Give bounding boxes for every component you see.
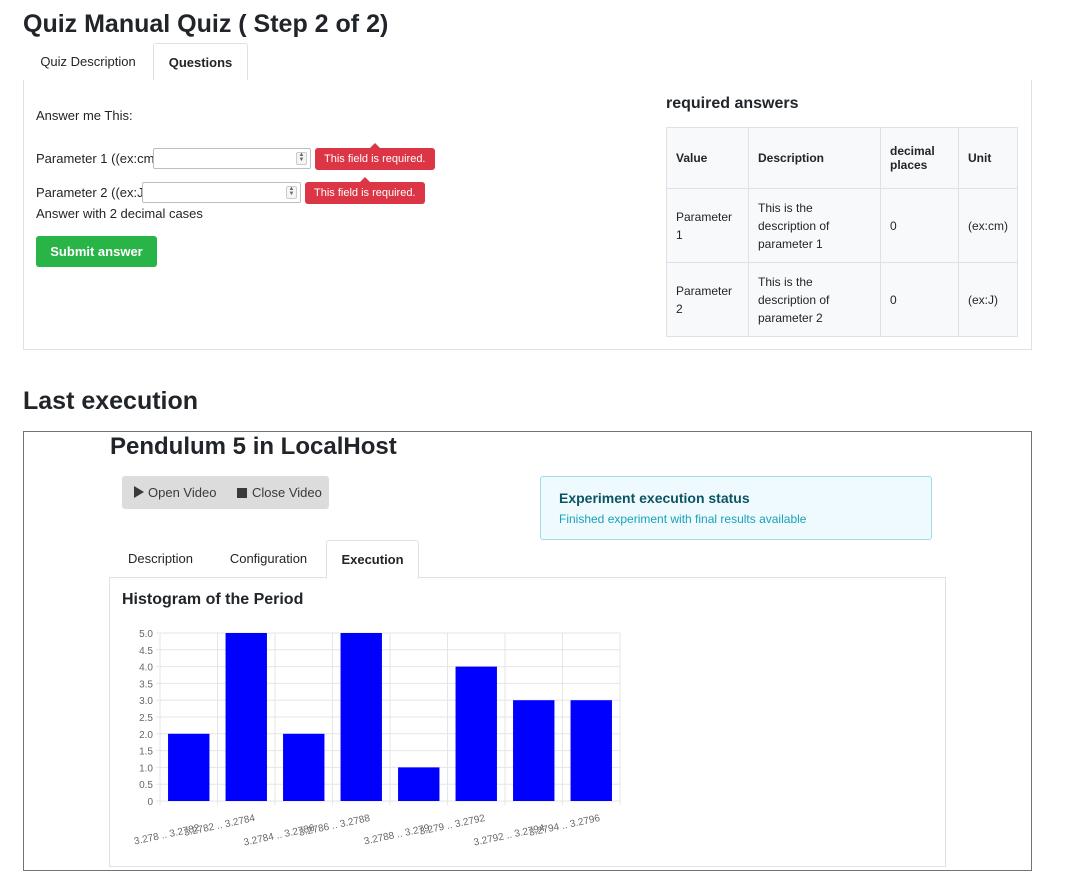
spinner-icon[interactable]: ▲ ▼ <box>296 152 307 165</box>
column-header: decimal places <box>880 127 959 189</box>
answer-hint: Answer with 2 decimal cases <box>36 206 203 221</box>
tab-quiz-description[interactable]: Quiz Description <box>23 43 153 81</box>
y-tick-label: 4.5 <box>139 646 153 657</box>
open-video-button[interactable]: Open Video <box>134 476 216 509</box>
execution-status-alert: Experiment execution status Finished exp… <box>540 476 932 540</box>
stop-icon <box>237 488 247 498</box>
y-tick-label: 5.0 <box>139 629 153 640</box>
table-row: Parameter 2 This is the description of p… <box>666 262 1018 337</box>
histogram-bar <box>513 700 555 801</box>
y-tick-label: 4.0 <box>139 663 153 674</box>
param2-error: This field is required. <box>305 177 425 204</box>
status-message: Finished experiment with final results a… <box>559 512 807 526</box>
histogram-bar <box>283 733 325 801</box>
play-icon <box>134 486 144 498</box>
param1-label: Parameter 1 ((ex:cm)) <box>36 151 164 166</box>
histogram-title: Histogram of the Period <box>122 591 304 608</box>
x-tick-label: 3.2786 .. 3.2788 <box>298 813 371 839</box>
histogram-bar <box>340 633 382 801</box>
y-tick-label: 3.0 <box>139 696 153 707</box>
submit-answer-button[interactable]: Submit answer <box>36 236 157 267</box>
column-header: Value <box>666 127 749 189</box>
close-video-label: Close Video <box>252 485 322 500</box>
cell-value: Parameter 1 <box>666 188 749 263</box>
cell-value: Parameter 2 <box>666 262 749 337</box>
question-text: Answer me This: <box>36 108 133 123</box>
cell-description: This is the description of parameter 1 <box>748 188 881 263</box>
quiz-tabs: Quiz Description Questions <box>23 43 1032 82</box>
param1-input[interactable]: ▲ ▼ <box>153 148 311 169</box>
open-video-label: Open Video <box>148 485 217 500</box>
tab-questions[interactable]: Questions <box>153 43 248 82</box>
page-title: Quiz Manual Quiz ( Step 2 of 2) <box>23 10 389 38</box>
histogram-bar <box>398 767 440 801</box>
histogram-bar <box>455 666 497 801</box>
y-tick-label: 0.5 <box>139 780 153 791</box>
param2-input[interactable]: ▲ ▼ <box>142 182 301 203</box>
status-title: Experiment execution status <box>559 490 750 506</box>
y-tick-label: 3.5 <box>139 679 153 690</box>
tab-execution[interactable]: Execution <box>326 540 419 579</box>
table-row: Parameter 1 This is the description of p… <box>666 188 1018 263</box>
param2-label: Parameter 2 ((ex:J)) <box>36 185 153 200</box>
column-header: Description <box>748 127 881 189</box>
required-answers-heading: required answers <box>666 95 799 112</box>
param1-error: This field is required. <box>315 143 435 170</box>
last-execution-heading: Last execution <box>23 387 199 415</box>
cell-description: This is the description of parameter 2 <box>748 262 881 337</box>
video-controls: Open Video Close Video <box>122 476 329 509</box>
cell-unit: (ex:J) <box>958 262 1018 337</box>
close-video-button[interactable]: Close Video <box>237 476 322 509</box>
x-tick-label: 3.279 .. 3.2792 <box>419 813 487 838</box>
tab-configuration[interactable]: Configuration <box>211 540 326 578</box>
cell-decimals: 0 <box>880 262 959 337</box>
table-header-row: Value Description decimal places Unit <box>666 127 1018 189</box>
x-tick-label: 3.2782 .. 3.2784 <box>183 813 256 839</box>
tab-description[interactable]: Description <box>110 540 211 578</box>
cell-decimals: 0 <box>880 188 959 263</box>
y-tick-label: 0 <box>147 797 153 808</box>
y-tick-label: 2.0 <box>139 730 153 741</box>
y-tick-label: 2.5 <box>139 713 153 724</box>
y-tick-label: 1.5 <box>139 747 153 758</box>
y-tick-label: 1.0 <box>139 763 153 774</box>
cell-unit: (ex:cm) <box>958 188 1018 263</box>
histogram-chart: 00.51.01.52.02.53.03.54.04.55.03.278 .. … <box>133 629 621 849</box>
spinner-icon[interactable]: ▲ ▼ <box>286 186 297 199</box>
column-header: Unit <box>958 127 1018 189</box>
histogram-bar <box>570 700 612 801</box>
required-answers-table: Value Description decimal places Unit Pa… <box>666 127 1018 337</box>
histogram-bar <box>168 733 210 801</box>
x-tick-label: 3.2794 .. 3.2796 <box>528 813 601 839</box>
experiment-title: Pendulum 5 in LocalHost <box>110 433 397 460</box>
histogram-bar <box>225 633 267 801</box>
experiment-tabs: Description Configuration Execution <box>110 540 946 579</box>
